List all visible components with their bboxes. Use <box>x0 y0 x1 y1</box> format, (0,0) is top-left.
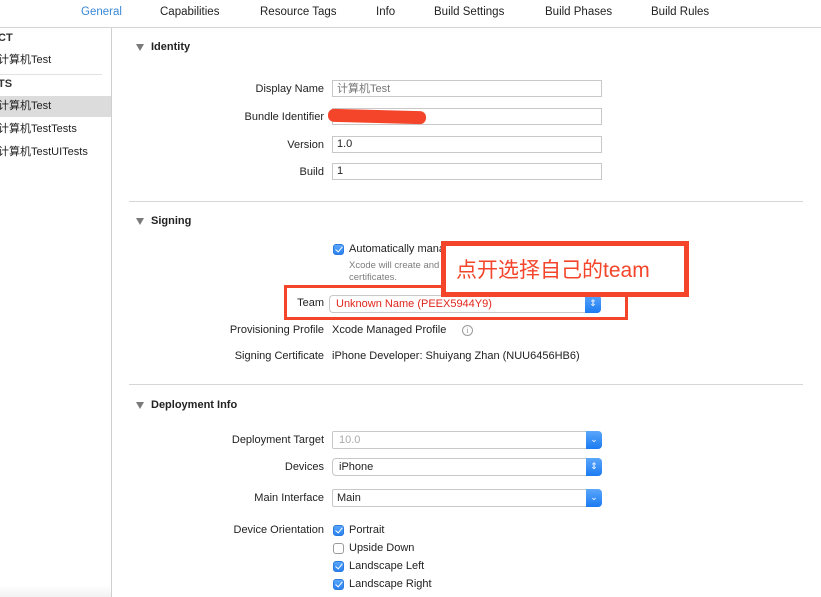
provisioning-profile-value: Xcode Managed Profile <box>332 324 447 336</box>
display-name-label: Display Name <box>255 83 324 95</box>
tab-resource-tags[interactable]: Resource Tags <box>260 6 337 18</box>
provisioning-profile-label: Provisioning Profile <box>229 324 324 336</box>
disclosure-triangle-icon[interactable] <box>136 402 144 409</box>
deployment-target-value: 10.0 <box>339 434 361 446</box>
landscape-left-label: Landscape Left <box>349 560 425 572</box>
landscape-right-label: Landscape Right <box>349 578 432 590</box>
tab-build-settings[interactable]: Build Settings <box>434 6 504 18</box>
redaction-mark <box>327 108 427 125</box>
tab-info[interactable]: Info <box>376 6 395 18</box>
signing-certificate-label: Signing Certificate <box>234 350 324 362</box>
section-divider <box>129 384 803 385</box>
main-interface-label: Main Interface <box>254 492 324 504</box>
updown-chevron-icon: ⇕ <box>586 458 602 476</box>
devices-value: iPhone <box>339 461 374 473</box>
editor-tab-bar: General Capabilities Resource Tags Info … <box>0 0 821 28</box>
build-field[interactable]: 1 <box>332 163 602 180</box>
tab-capabilities[interactable]: Capabilities <box>160 6 219 18</box>
version-label: Version <box>287 139 324 151</box>
auto-manage-signing-checkbox[interactable] <box>333 244 344 255</box>
landscape-left-checkbox[interactable] <box>333 561 344 572</box>
deployment-section-title: Deployment Info <box>151 399 238 411</box>
sidebar-item-target-app[interactable]: 计算机Test <box>0 96 111 117</box>
general-settings-pane: Identity Display Name Bundle Identifier … <box>112 28 821 597</box>
tab-build-phases[interactable]: Build Phases <box>545 6 612 18</box>
annotation-text: 点开选择自己的team <box>456 259 650 282</box>
tab-general[interactable]: General <box>81 6 122 18</box>
deployment-target-combobox[interactable]: 10.0 ⌄ <box>332 431 602 449</box>
upside-down-label: Upside Down <box>349 542 415 554</box>
sidebar-item-project[interactable]: 计算机Test <box>0 50 109 71</box>
version-field[interactable]: 1.0 <box>332 136 602 153</box>
chevron-down-icon[interactable]: ⌄ <box>586 489 602 507</box>
sidebar-item-target-uitests[interactable]: 计算机TestUITests <box>0 142 109 163</box>
devices-label: Devices <box>284 461 324 473</box>
annotation-callout: 点开选择自己的team <box>441 241 689 297</box>
chevron-down-icon[interactable]: ⌄ <box>586 431 602 449</box>
disclosure-triangle-icon[interactable] <box>136 218 144 225</box>
disclosure-triangle-icon[interactable] <box>136 44 144 51</box>
bundle-identifier-label: Bundle Identifier <box>244 111 325 123</box>
targets-section-header: TS <box>0 78 13 90</box>
auto-manage-hint-line2: certificates. <box>349 272 398 283</box>
display-name-field[interactable] <box>332 80 602 97</box>
main-interface-combobox[interactable]: Main ⌄ <box>332 489 602 507</box>
sidebar-bottom-fade <box>0 585 111 597</box>
project-section-header: CT <box>0 32 13 44</box>
build-label: Build <box>299 166 324 178</box>
sidebar-item-label: 计算机Test <box>0 100 52 112</box>
devices-popup[interactable]: iPhone ⇕ <box>332 458 602 476</box>
signing-section-title: Signing <box>151 215 192 227</box>
identity-section-title: Identity <box>151 41 191 53</box>
section-divider <box>129 201 803 202</box>
portrait-label: Portrait <box>349 524 385 536</box>
landscape-right-checkbox[interactable] <box>333 579 344 590</box>
info-icon[interactable]: i <box>462 325 473 336</box>
portrait-checkbox[interactable] <box>333 525 344 536</box>
project-navigator-sidebar: CT 计算机Test TS 计算机Test 计算机TestTests 计算机Te… <box>0 28 112 597</box>
tab-build-rules[interactable]: Build Rules <box>651 6 709 18</box>
main-interface-value: Main <box>337 492 361 504</box>
signing-certificate-value: iPhone Developer: Shuiyang Zhan (NUU6456… <box>332 350 580 362</box>
upside-down-checkbox[interactable] <box>333 543 344 554</box>
sidebar-item-target-tests[interactable]: 计算机TestTests <box>0 119 109 140</box>
device-orientation-label: Device Orientation <box>233 524 325 536</box>
deployment-target-label: Deployment Target <box>231 434 324 446</box>
